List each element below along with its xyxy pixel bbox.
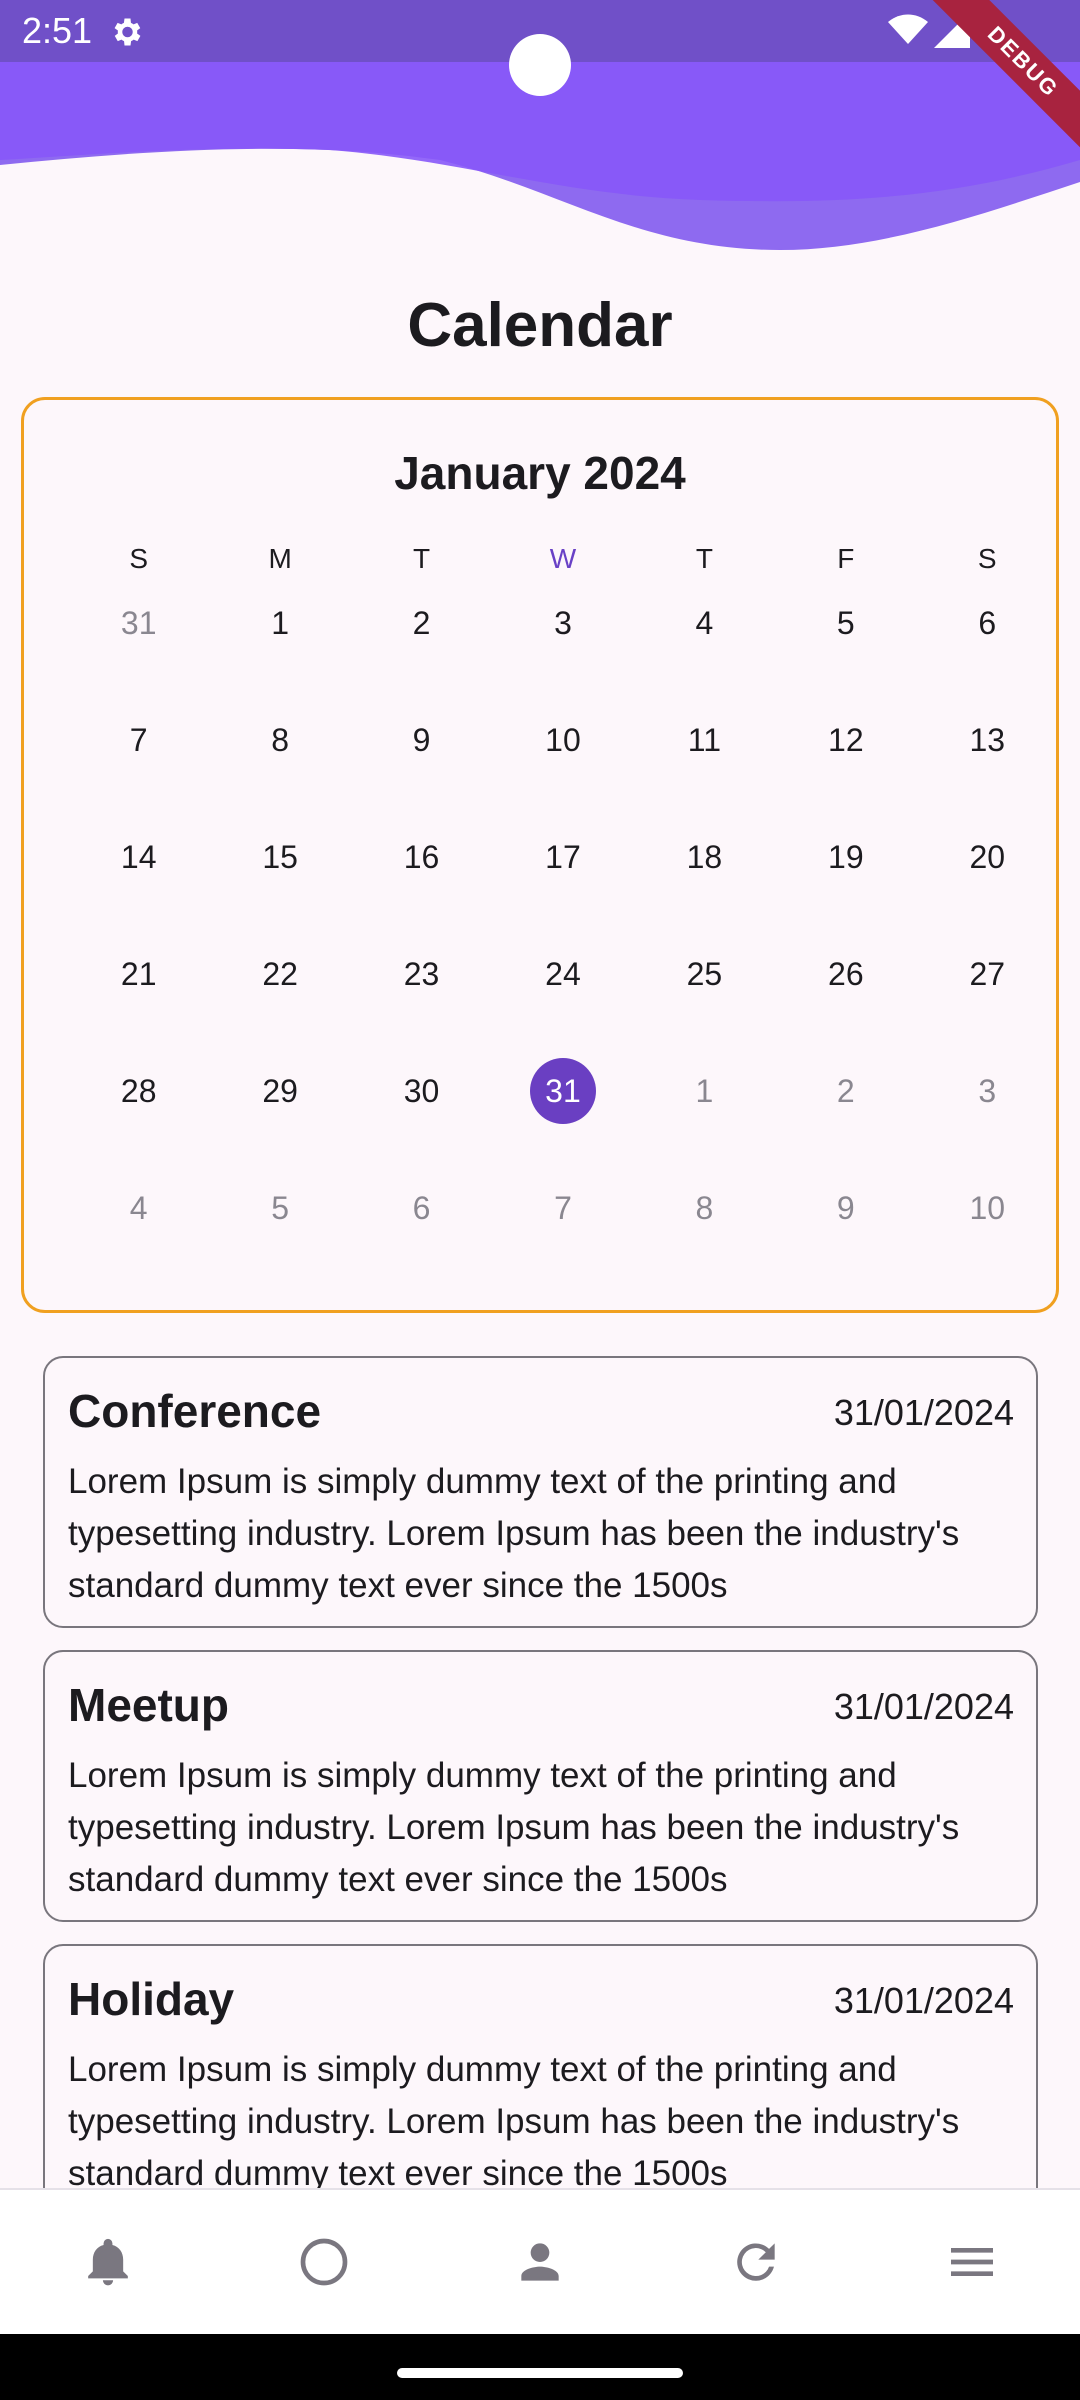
nav-notifications[interactable] [0, 2190, 216, 2334]
calendar-day[interactable]: 5 [775, 590, 916, 707]
circle-icon [300, 2238, 348, 2286]
calendar-day[interactable]: 3 [492, 590, 633, 707]
calendar-day[interactable]: 11 [634, 707, 775, 824]
calendar-day[interactable]: 10 [492, 707, 633, 824]
calendar-week: 21 22 23 24 25 26 27 [68, 941, 1058, 1058]
event-description: Lorem Ipsum is simply dummy text of the … [68, 1756, 960, 1899]
calendar-day[interactable]: 4 [68, 1175, 209, 1292]
calendar-week: 31 1 2 3 4 5 6 [68, 590, 1058, 707]
calendar-week: 28 29 30 31 1 2 3 [68, 1058, 1058, 1175]
calendar-day[interactable]: 27 [917, 941, 1058, 1058]
calendar-day[interactable]: 2 [775, 1058, 916, 1175]
calendar-weekday-header: S M T W T F S [68, 543, 1058, 583]
calendar-day[interactable]: 13 [917, 707, 1058, 824]
nav-refresh[interactable] [648, 2190, 864, 2334]
weekday-label: S [977, 543, 997, 574]
page-title: Calendar [407, 291, 673, 360]
calendar-day[interactable]: 5 [209, 1175, 350, 1292]
calendar-day[interactable]: 30 [351, 1058, 492, 1175]
calendar-day[interactable]: 19 [775, 824, 916, 941]
event-date: 31/01/2024 [833, 1980, 1014, 2021]
calendar-day[interactable]: 4 [634, 590, 775, 707]
weekday-label: T [413, 543, 431, 574]
calendar-day[interactable]: 26 [775, 941, 916, 1058]
status-time: 2:51 [22, 10, 93, 51]
nav-home[interactable] [216, 2190, 432, 2334]
calendar-day[interactable]: 10 [917, 1175, 1058, 1292]
calendar-day[interactable]: 7 [68, 707, 209, 824]
nav-menu[interactable] [864, 2190, 1080, 2334]
weekday-label: M [268, 543, 292, 574]
calendar-day[interactable]: 31 [68, 590, 209, 707]
calendar-day[interactable]: 24 [492, 941, 633, 1058]
weekday-label: T [695, 543, 713, 574]
event-title: Meetup [68, 1679, 229, 1731]
calendar-day-selected[interactable]: 31 [492, 1058, 633, 1175]
calendar-day[interactable]: 25 [634, 941, 775, 1058]
calendar-grid: 31 1 2 3 4 5 6 7 8 9 10 11 12 13 14 15 1… [68, 590, 1058, 1292]
calendar-day[interactable]: 23 [351, 941, 492, 1058]
calendar-month-label: January 2024 [394, 447, 686, 499]
calendar-day[interactable]: 20 [917, 824, 1058, 941]
calendar-day[interactable]: 1 [634, 1058, 775, 1175]
calendar-day[interactable]: 21 [68, 941, 209, 1058]
calendar-day[interactable]: 15 [209, 824, 350, 941]
calendar-day[interactable]: 8 [209, 707, 350, 824]
calendar-day[interactable]: 2 [351, 590, 492, 707]
refresh-icon [737, 2243, 775, 2281]
event-date: 31/01/2024 [833, 1392, 1014, 1433]
event-card-conference[interactable]: Conference 31/01/2024 Lorem Ipsum is sim… [43, 1356, 1038, 1628]
event-title: Holiday [68, 1973, 235, 2025]
settings-gear-icon [114, 18, 141, 46]
system-gesture-bar [0, 2334, 1080, 2400]
calendar-day[interactable]: 17 [492, 824, 633, 941]
calendar-day[interactable]: 29 [209, 1058, 350, 1175]
calendar: January 2024 S M T W T F S 31 1 2 3 4 5 … [21, 397, 1059, 1313]
calendar-day[interactable]: 3 [917, 1058, 1058, 1175]
calendar-day[interactable]: 8 [634, 1175, 775, 1292]
calendar-day[interactable]: 12 [775, 707, 916, 824]
event-description: Lorem Ipsum is simply dummy text of the … [68, 1462, 960, 1605]
event-date: 31/01/2024 [833, 1686, 1014, 1727]
weekday-label: F [837, 543, 855, 574]
calendar-week: 4 5 6 7 8 9 10 [68, 1175, 1058, 1292]
event-card-meetup[interactable]: Meetup 31/01/2024 Lorem Ipsum is simply … [43, 1650, 1038, 1922]
calendar-day[interactable]: 14 [68, 824, 209, 941]
bell-icon [88, 2238, 128, 2286]
menu-icon [951, 2248, 993, 2276]
status-bar: 2:51 [0, 0, 1080, 96]
calendar-day[interactable]: 9 [775, 1175, 916, 1292]
bottom-navigation [0, 2188, 1080, 2334]
calendar-week: 14 15 16 17 18 19 20 [68, 824, 1058, 941]
nav-profile[interactable] [432, 2190, 648, 2334]
home-indicator[interactable] [397, 2368, 683, 2378]
weekday-label: S [129, 543, 149, 574]
calendar-day[interactable]: 6 [917, 590, 1058, 707]
weekday-label-today: W [549, 543, 577, 574]
calendar-day[interactable]: 28 [68, 1058, 209, 1175]
wifi-icon [888, 14, 928, 44]
calendar-day[interactable]: 22 [209, 941, 350, 1058]
calendar-day[interactable]: 9 [351, 707, 492, 824]
event-title: Conference [68, 1385, 322, 1437]
event-card-holiday[interactable]: Holiday 31/01/2024 Lorem Ipsum is simply… [43, 1944, 1038, 2216]
calendar-day[interactable]: 6 [351, 1175, 492, 1292]
calendar-day[interactable]: 18 [634, 824, 775, 941]
calendar-day[interactable]: 1 [209, 590, 350, 707]
camera-cutout [509, 34, 571, 96]
person-icon [521, 2243, 559, 2281]
event-description: Lorem Ipsum is simply dummy text of the … [68, 2050, 960, 2193]
calendar-day[interactable]: 7 [492, 1175, 633, 1292]
calendar-day[interactable]: 16 [351, 824, 492, 941]
calendar-week: 7 8 9 10 11 12 13 [68, 707, 1058, 824]
